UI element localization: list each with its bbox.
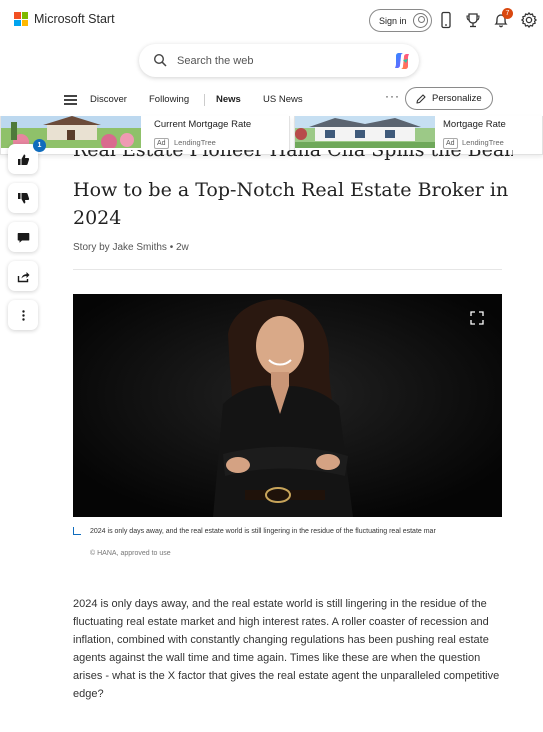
search-input[interactable]: [177, 52, 377, 69]
comments-button[interactable]: [8, 222, 38, 252]
nav-item-discover[interactable]: Discover: [90, 94, 127, 105]
nav-item-following[interactable]: Following: [149, 94, 189, 105]
vertical-ellipsis-icon: [21, 309, 25, 321]
headline-partial: Real Estate Pioneer Hana Cha Spills the …: [73, 150, 513, 161]
article-byline[interactable]: Story by Jake Smiths • 2w: [73, 242, 189, 253]
nav-item-us-news[interactable]: US News: [263, 94, 303, 105]
microsoft-logo-icon: [14, 12, 28, 26]
settings-gear-icon[interactable]: [520, 11, 538, 29]
divider: [73, 269, 502, 270]
more-options-icon[interactable]: ···: [385, 89, 400, 103]
mobile-phone-icon[interactable]: [437, 11, 455, 29]
personalize-button[interactable]: Personalize: [405, 87, 493, 110]
personalize-pencil-icon: [416, 93, 426, 104]
image-credit: © HANA, approved to use: [90, 550, 171, 557]
notification-count-badge: 7: [502, 8, 513, 19]
thumbs-down-icon: [17, 192, 29, 203]
nav-item-news[interactable]: News: [216, 94, 241, 105]
article-paragraph: 2024 is only days away, and the real est…: [73, 598, 500, 700]
menu-hamburger-icon[interactable]: [64, 95, 77, 105]
search-box[interactable]: [139, 44, 419, 77]
thumbs-up-icon: [17, 154, 29, 165]
rewards-trophy-icon[interactable]: [464, 11, 482, 29]
house-ad-image: [295, 116, 435, 148]
fullscreen-expand-icon[interactable]: [470, 311, 484, 325]
nav-divider: [204, 94, 205, 106]
comment-bubble-icon: [17, 232, 29, 243]
like-count-badge: 1: [33, 139, 46, 152]
share-button[interactable]: [8, 261, 38, 291]
ad-tag: Ad: [443, 138, 458, 149]
microsoft-start-logo[interactable]: Microsoft Start: [14, 12, 115, 26]
article-hero-image[interactable]: [73, 294, 502, 517]
category-nav: Discover Following News US News ··· Pers…: [0, 86, 543, 114]
sign-in-button[interactable]: Sign in: [369, 9, 432, 32]
user-avatar-icon: [412, 13, 428, 28]
search-icon: [153, 53, 167, 67]
ad-source: LendingTree: [462, 138, 504, 147]
image-caption: 2024 is only days away, and the real est…: [90, 528, 436, 535]
brand-name: Microsoft Start: [34, 12, 115, 26]
article-headline: How to be a Top-Notch Real Estate Broker…: [73, 179, 509, 229]
caption-marker-icon: [73, 527, 81, 535]
ad-title: Current Mortgage Rate: [154, 119, 252, 130]
ad-source: LendingTree: [174, 138, 216, 147]
share-icon: [17, 271, 29, 282]
top-header: Microsoft Start Sign in 7: [0, 0, 543, 40]
ad-tag: Ad: [154, 138, 169, 149]
copilot-icon[interactable]: [392, 51, 412, 71]
dislike-button[interactable]: [8, 183, 38, 213]
more-actions-button[interactable]: [8, 300, 38, 330]
sign-in-label: Sign in: [379, 15, 407, 26]
ad-title: Mortgage Rate: [443, 119, 506, 130]
personalize-label: Personalize: [432, 93, 482, 104]
